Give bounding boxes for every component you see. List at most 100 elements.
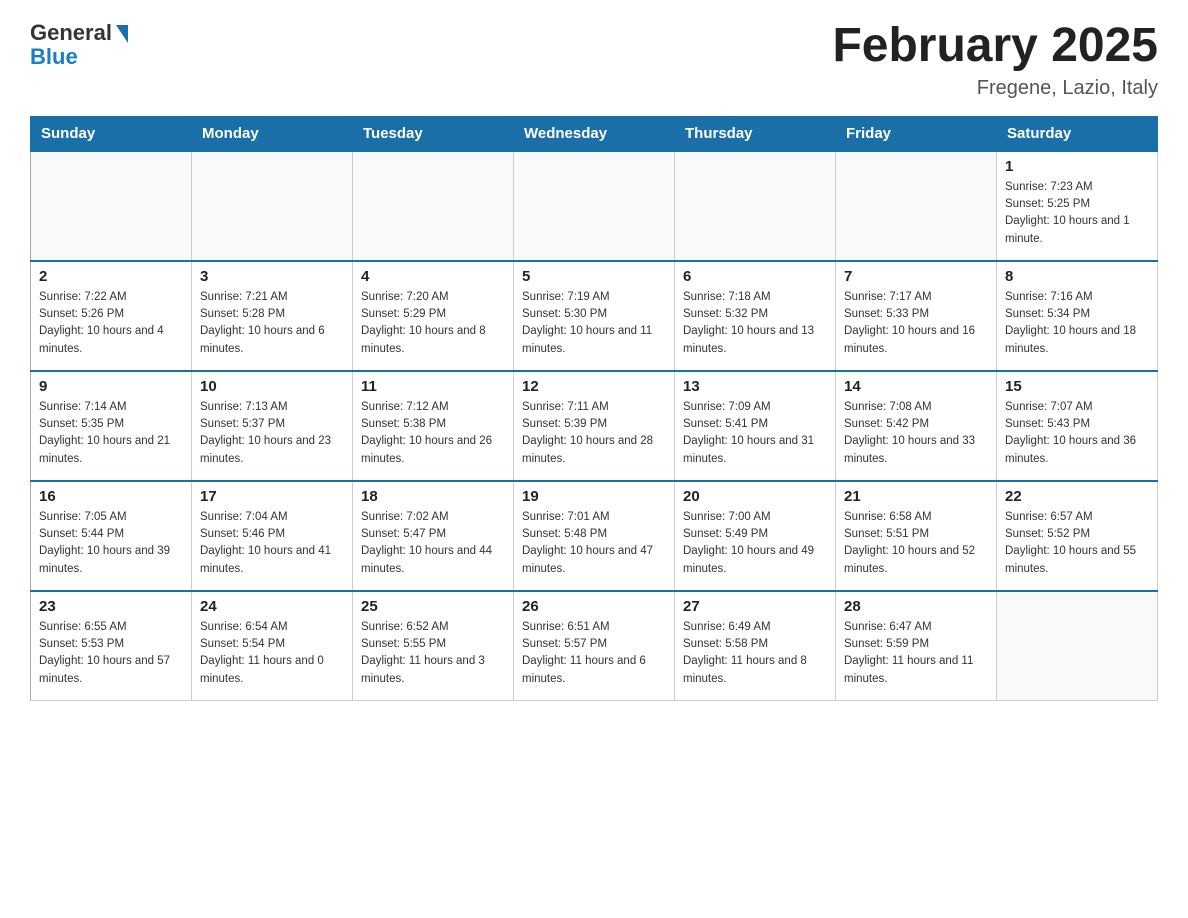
day-number: 12 <box>522 378 666 395</box>
calendar-cell <box>997 591 1158 701</box>
header-thursday: Thursday <box>675 116 836 151</box>
day-info: Sunrise: 6:52 AMSunset: 5:55 PMDaylight:… <box>361 619 505 688</box>
calendar-cell: 5 Sunrise: 7:19 AMSunset: 5:30 PMDaylight… <box>514 261 675 371</box>
day-info: Sunrise: 7:01 AMSunset: 5:48 PMDaylight:… <box>522 509 666 578</box>
day-info: Sunrise: 7:04 AMSunset: 5:46 PMDaylight:… <box>200 509 344 578</box>
day-info: Sunrise: 7:23 AMSunset: 5:25 PMDaylight:… <box>1005 179 1149 248</box>
calendar-cell: 8Sunrise: 7:16 AMSunset: 5:34 PMDaylight… <box>997 261 1158 371</box>
calendar-cell: 14 Sunrise: 7:08 AMSunset: 5:42 PMDayligh… <box>836 371 997 481</box>
calendar-cell: 15 Sunrise: 7:07 AMSunset: 5:43 PMDayligh… <box>997 371 1158 481</box>
calendar-cell <box>31 151 192 261</box>
header-wednesday: Wednesday <box>514 116 675 151</box>
day-info: Sunrise: 7:05 AMSunset: 5:44 PMDaylight:… <box>39 509 183 578</box>
day-number: 8 <box>1005 268 1149 285</box>
calendar-cell: 11 Sunrise: 7:12 AMSunset: 5:38 PMDayligh… <box>353 371 514 481</box>
calendar-cell <box>836 151 997 261</box>
calendar-cell <box>353 151 514 261</box>
calendar-week-row: 1 Sunrise: 7:23 AMSunset: 5:25 PMDaylight… <box>31 151 1158 261</box>
calendar-cell: 9 Sunrise: 7:14 AMSunset: 5:35 PMDaylight… <box>31 371 192 481</box>
day-number: 3 <box>200 268 344 285</box>
day-number: 11 <box>361 378 505 395</box>
calendar-title: February 2025 <box>832 20 1158 73</box>
logo: General Blue <box>30 20 128 70</box>
day-info: Sunrise: 7:09 AMSunset: 5:41 PMDaylight:… <box>683 399 827 468</box>
day-number: 1 <box>1005 158 1149 175</box>
day-number: 14 <box>844 378 988 395</box>
header-monday: Monday <box>192 116 353 151</box>
header-sunday: Sunday <box>31 116 192 151</box>
header-saturday: Saturday <box>997 116 1158 151</box>
day-info: Sunrise: 7:02 AMSunset: 5:47 PMDaylight:… <box>361 509 505 578</box>
day-info: Sunrise: 7:07 AMSunset: 5:43 PMDaylight:… <box>1005 399 1149 468</box>
day-number: 26 <box>522 598 666 615</box>
day-number: 18 <box>361 488 505 505</box>
header-tuesday: Tuesday <box>353 116 514 151</box>
calendar-week-row: 16Sunrise: 7:05 AMSunset: 5:44 PMDayligh… <box>31 481 1158 591</box>
day-number: 28 <box>844 598 988 615</box>
day-number: 24 <box>200 598 344 615</box>
calendar-week-row: 9 Sunrise: 7:14 AMSunset: 5:35 PMDaylight… <box>31 371 1158 481</box>
calendar-cell: 20 Sunrise: 7:00 AMSunset: 5:49 PMDayligh… <box>675 481 836 591</box>
day-info: Sunrise: 6:58 AMSunset: 5:51 PMDaylight:… <box>844 509 988 578</box>
day-number: 2 <box>39 268 183 285</box>
logo-arrow-icon <box>116 25 128 43</box>
day-number: 21 <box>844 488 988 505</box>
calendar-cell: 12 Sunrise: 7:11 AMSunset: 5:39 PMDayligh… <box>514 371 675 481</box>
day-number: 27 <box>683 598 827 615</box>
calendar-cell: 24Sunrise: 6:54 AMSunset: 5:54 PMDayligh… <box>192 591 353 701</box>
calendar-cell <box>192 151 353 261</box>
calendar-cell <box>514 151 675 261</box>
calendar-cell: 4Sunrise: 7:20 AMSunset: 5:29 PMDaylight… <box>353 261 514 371</box>
calendar-cell: 3 Sunrise: 7:21 AMSunset: 5:28 PMDaylight… <box>192 261 353 371</box>
calendar-cell: 2 Sunrise: 7:22 AMSunset: 5:26 PMDaylight… <box>31 261 192 371</box>
day-number: 25 <box>361 598 505 615</box>
day-number: 7 <box>844 268 988 285</box>
day-info: Sunrise: 6:57 AMSunset: 5:52 PMDaylight:… <box>1005 509 1149 578</box>
calendar-cell: 6 Sunrise: 7:18 AMSunset: 5:32 PMDaylight… <box>675 261 836 371</box>
day-number: 5 <box>522 268 666 285</box>
calendar-subtitle: Fregene, Lazio, Italy <box>832 77 1158 100</box>
calendar-cell: 25 Sunrise: 6:52 AMSunset: 5:55 PMDayligh… <box>353 591 514 701</box>
day-number: 20 <box>683 488 827 505</box>
calendar-cell: 21 Sunrise: 6:58 AMSunset: 5:51 PMDayligh… <box>836 481 997 591</box>
calendar-cell: 28 Sunrise: 6:47 AMSunset: 5:59 PMDayligh… <box>836 591 997 701</box>
calendar-week-row: 23 Sunrise: 6:55 AMSunset: 5:53 PMDayligh… <box>31 591 1158 701</box>
logo-blue: Blue <box>30 44 78 70</box>
calendar-cell: 23 Sunrise: 6:55 AMSunset: 5:53 PMDayligh… <box>31 591 192 701</box>
calendar-cell: 18 Sunrise: 7:02 AMSunset: 5:47 PMDayligh… <box>353 481 514 591</box>
day-info: Sunrise: 7:14 AMSunset: 5:35 PMDaylight:… <box>39 399 183 468</box>
day-number: 15 <box>1005 378 1149 395</box>
calendar-cell <box>675 151 836 261</box>
day-number: 19 <box>522 488 666 505</box>
day-info: Sunrise: 7:17 AMSunset: 5:33 PMDaylight:… <box>844 289 988 358</box>
page-header: General Blue February 2025 Fregene, Lazi… <box>30 20 1158 100</box>
calendar-week-row: 2 Sunrise: 7:22 AMSunset: 5:26 PMDaylight… <box>31 261 1158 371</box>
day-info: Sunrise: 7:18 AMSunset: 5:32 PMDaylight:… <box>683 289 827 358</box>
day-number: 13 <box>683 378 827 395</box>
day-info: Sunrise: 6:55 AMSunset: 5:53 PMDaylight:… <box>39 619 183 688</box>
day-number: 9 <box>39 378 183 395</box>
day-info: Sunrise: 7:12 AMSunset: 5:38 PMDaylight:… <box>361 399 505 468</box>
day-info: Sunrise: 7:22 AMSunset: 5:26 PMDaylight:… <box>39 289 183 358</box>
day-info: Sunrise: 7:19 AMSunset: 5:30 PMDaylight:… <box>522 289 666 358</box>
day-number: 22 <box>1005 488 1149 505</box>
calendar-cell: 26 Sunrise: 6:51 AMSunset: 5:57 PMDayligh… <box>514 591 675 701</box>
day-info: Sunrise: 7:11 AMSunset: 5:39 PMDaylight:… <box>522 399 666 468</box>
day-info: Sunrise: 7:08 AMSunset: 5:42 PMDaylight:… <box>844 399 988 468</box>
logo-text: General <box>30 20 128 46</box>
day-info: Sunrise: 6:47 AMSunset: 5:59 PMDaylight:… <box>844 619 988 688</box>
day-number: 23 <box>39 598 183 615</box>
calendar-cell: 7 Sunrise: 7:17 AMSunset: 5:33 PMDaylight… <box>836 261 997 371</box>
day-info: Sunrise: 6:49 AMSunset: 5:58 PMDaylight:… <box>683 619 827 688</box>
day-info: Sunrise: 6:51 AMSunset: 5:57 PMDaylight:… <box>522 619 666 688</box>
day-info: Sunrise: 7:00 AMSunset: 5:49 PMDaylight:… <box>683 509 827 578</box>
calendar-cell: 27 Sunrise: 6:49 AMSunset: 5:58 PMDayligh… <box>675 591 836 701</box>
day-number: 6 <box>683 268 827 285</box>
day-info: Sunrise: 7:21 AMSunset: 5:28 PMDaylight:… <box>200 289 344 358</box>
calendar-cell: 1 Sunrise: 7:23 AMSunset: 5:25 PMDaylight… <box>997 151 1158 261</box>
calendar-table: SundayMondayTuesdayWednesdayThursdayFrid… <box>30 116 1158 702</box>
day-info: Sunrise: 7:13 AMSunset: 5:37 PMDaylight:… <box>200 399 344 468</box>
calendar-header-row: SundayMondayTuesdayWednesdayThursdayFrid… <box>31 116 1158 151</box>
day-number: 10 <box>200 378 344 395</box>
logo-general: General <box>30 20 112 46</box>
